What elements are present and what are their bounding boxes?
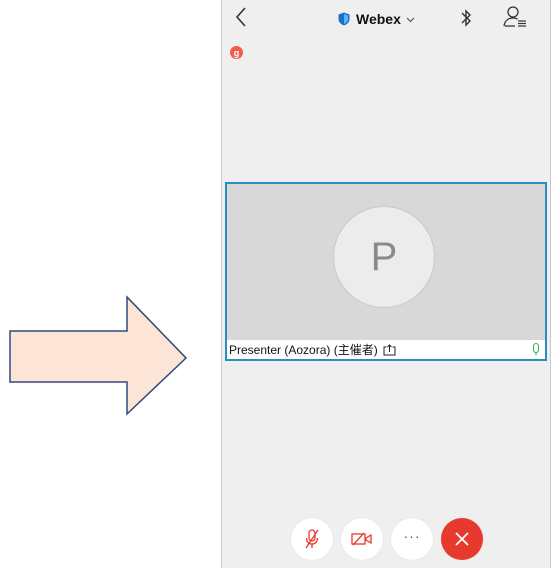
participant-name: Presenter (Aozora) (主催者) [229, 343, 378, 357]
more-icon: ··· [403, 528, 421, 544]
avatar: P [333, 206, 435, 308]
phone-screen: Webex g P Presenter (Aozora) (主催者) ··· [221, 0, 551, 568]
meeting-title-dropdown[interactable]: Webex [337, 10, 415, 28]
share-icon [383, 343, 396, 355]
participant-name-bar: Presenter (Aozora) (主催者) [227, 340, 545, 359]
video-button[interactable] [341, 518, 383, 560]
recording-badge: g [230, 46, 243, 59]
more-options-button[interactable]: ··· [391, 518, 433, 560]
leave-meeting-button[interactable] [441, 518, 483, 560]
avatar-initial: P [370, 234, 398, 279]
meeting-title: Webex [356, 11, 401, 27]
mic-off-icon [305, 529, 319, 549]
mute-button[interactable] [291, 518, 333, 560]
call-controls: ··· [291, 518, 487, 560]
chevron-down-icon [406, 17, 415, 22]
mic-level-icon [533, 343, 539, 356]
back-button[interactable] [230, 2, 252, 32]
participants-icon[interactable] [503, 5, 527, 29]
top-bar: Webex [222, 0, 550, 36]
bluetooth-icon[interactable] [459, 7, 473, 29]
back-chevron-icon [235, 7, 246, 27]
shield-icon [338, 12, 350, 26]
video-off-icon [351, 532, 372, 546]
leave-icon [455, 532, 469, 546]
video-tile[interactable]: P Presenter (Aozora) (主催者) [225, 182, 547, 361]
